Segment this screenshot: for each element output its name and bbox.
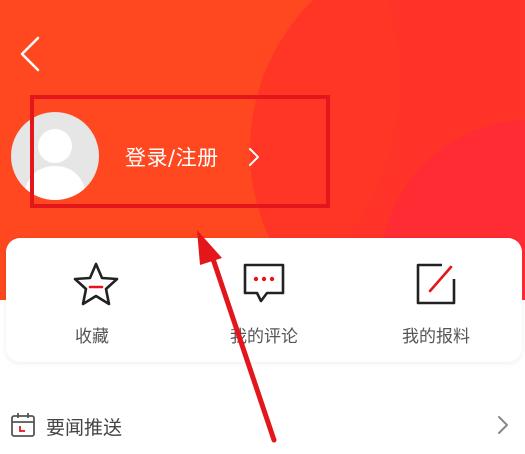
my-reports-label: 我的报料 [402,327,470,347]
star-icon [73,262,119,306]
my-comments-button[interactable]: 我的评论 [178,238,350,362]
comment-icon [243,263,285,303]
favorites-button[interactable]: 收藏 [6,238,178,362]
back-arrow-icon[interactable] [16,34,46,74]
favorites-label: 收藏 [75,327,109,347]
my-comments-label: 我的评论 [230,327,298,347]
edit-icon [416,263,456,305]
push-news-row[interactable]: 要闻推送 [0,396,525,454]
push-news-label: 要闻推送 [46,417,123,439]
my-reports-button[interactable]: 我的报料 [350,238,522,362]
highlight-box [30,95,330,208]
calendar-icon [11,413,35,437]
quick-actions-card: 收藏 我的评论 我的报料 [6,238,522,362]
chevron-right-icon [498,416,508,434]
